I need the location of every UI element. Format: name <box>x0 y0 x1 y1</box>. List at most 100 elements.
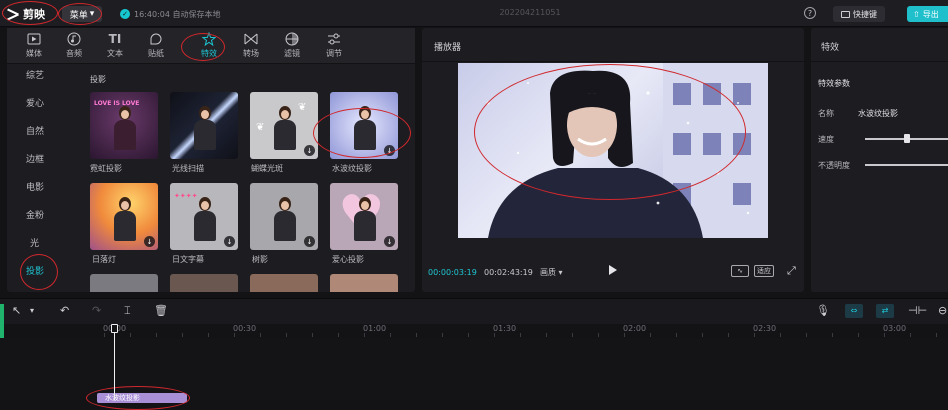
effect-label: 光线扫描 <box>172 164 204 173</box>
split-icon[interactable]: ⌶ <box>124 304 131 318</box>
thumb-person <box>112 197 138 241</box>
category-variety[interactable]: 综艺 <box>26 68 44 81</box>
effect-clip[interactable]: 水波纹投影 <box>97 393 187 403</box>
category-heart[interactable]: 爱心 <box>26 96 44 109</box>
timeline-toolbar <box>0 298 948 324</box>
tab-label: 媒体 <box>26 49 42 58</box>
tab-audio[interactable]: 音频 <box>57 30 91 62</box>
export-button[interactable]: ⇧ 导出 <box>907 6 948 22</box>
menu-label: 菜单 <box>69 10 88 21</box>
shortcut-button[interactable]: 快捷键 <box>833 6 885 22</box>
thumb-person <box>192 106 218 150</box>
ruler-label: 02:30 <box>753 324 777 333</box>
effect-thumb-partial[interactable] <box>250 274 318 292</box>
player-title: 播放器 <box>434 43 462 53</box>
download-icon[interactable]: ↓ <box>144 236 155 247</box>
current-time: 00:00:03:19 <box>428 268 477 277</box>
effect-thumb-sunset-lamp[interactable]: ↓ <box>90 183 158 250</box>
tab-label: 转场 <box>243 49 259 58</box>
butterfly-icon: ❦ <box>256 122 265 133</box>
download-icon[interactable]: ↓ <box>304 236 315 247</box>
category-projection[interactable]: 投影 <box>26 264 44 277</box>
sticker-icon <box>149 32 163 46</box>
ruler-label: 00:30 <box>233 324 257 333</box>
preview-axis-icon[interactable]: ⊖ <box>938 304 947 318</box>
category-light[interactable]: 光 <box>30 236 39 249</box>
effect-thumb-butterfly[interactable]: ❦ ❦ ↓ <box>250 92 318 159</box>
play-icon[interactable] <box>609 265 617 275</box>
tab-filter[interactable]: 滤镜 <box>275 30 309 62</box>
auto-snap-icon[interactable]: ⇄ <box>876 304 894 318</box>
fullscreen-icon[interactable]: ⤢ <box>787 265 796 277</box>
tab-sticker[interactable]: 贴纸 <box>139 30 173 62</box>
effect-label: 爱心投影 <box>332 255 364 264</box>
quality-select[interactable]: 画质 ▾ <box>540 267 563 278</box>
ruler-ticks <box>104 333 948 337</box>
tab-transition[interactable]: 转场 <box>234 30 268 62</box>
materials-panel <box>7 28 415 292</box>
chevron-down-icon[interactable]: ▾ <box>30 304 34 318</box>
linkage-icon[interactable]: ⊣⊢ <box>908 304 927 318</box>
effect-thumb-japanese-subtitles[interactable]: ✦✦✦✦ ↓ <box>170 183 238 250</box>
download-icon[interactable]: ↓ <box>304 145 315 156</box>
tab-media[interactable]: 媒体 <box>17 30 51 62</box>
effect-thumb-partial[interactable] <box>170 274 238 292</box>
fit-button[interactable]: 适应 <box>754 265 774 277</box>
delete-icon[interactable]: 🗑 <box>154 304 168 318</box>
category-frame[interactable]: 边框 <box>26 152 44 165</box>
speed-slider-handle[interactable] <box>903 134 910 143</box>
undo-icon[interactable]: ↶ <box>60 304 69 318</box>
effect-thumb-partial[interactable] <box>330 274 398 292</box>
playhead[interactable] <box>114 327 115 400</box>
project-title: 202204211051 <box>499 8 561 17</box>
category-movie[interactable]: 电影 <box>26 180 44 193</box>
tab-adjust[interactable]: 调节 <box>317 30 351 62</box>
fx-title: 特效 <box>821 43 840 53</box>
thumb-person <box>352 106 378 150</box>
playhead-handle[interactable] <box>111 324 118 333</box>
category-nature[interactable]: 自然 <box>26 124 44 137</box>
effect-thumb-heart-projection[interactable]: ♥ ↓ <box>330 183 398 250</box>
help-icon[interactable]: ? <box>804 7 816 19</box>
redo-icon[interactable]: ↷ <box>92 304 101 318</box>
download-icon[interactable]: ↓ <box>384 145 395 156</box>
materials-tabs: 媒体 音频 TI 文本 贴纸 特效 转场 滤镜 调节 <box>7 28 415 64</box>
chevron-down-icon: ▾ <box>89 9 95 19</box>
player-header <box>422 28 804 62</box>
effect-thumb-neon[interactable]: LOVE IS LOVE <box>90 92 158 159</box>
effect-thumb-light-scan[interactable] <box>170 92 238 159</box>
total-time: 00:02:43:19 <box>484 268 533 277</box>
category-glitter[interactable]: 金粉 <box>26 208 44 221</box>
tab-effects[interactable]: 特效 <box>192 30 226 62</box>
effect-clip-label: 水波纹投影 <box>105 394 140 402</box>
transition-icon <box>244 32 258 46</box>
export-label: 导出 <box>922 9 939 19</box>
video-preview[interactable] <box>458 63 768 238</box>
microphone-icon[interactable]: 🎙 <box>816 304 830 318</box>
waveform-icon[interactable]: ∿ <box>731 265 749 277</box>
quality-label: 画质 <box>540 268 556 277</box>
ruler-label: 02:00 <box>623 324 647 333</box>
download-icon[interactable]: ↓ <box>224 236 235 247</box>
download-icon[interactable]: ↓ <box>384 236 395 247</box>
adjust-icon <box>327 32 341 46</box>
effect-label: 蝴蝶光斑 <box>251 164 283 173</box>
fx-name-value: 水波纹投影 <box>858 109 898 118</box>
menu-button[interactable]: 菜单 ▾ <box>62 6 102 22</box>
thumb-person <box>272 197 298 241</box>
capcut-logo-icon <box>6 8 20 20</box>
effect-thumb-partial[interactable] <box>90 274 158 292</box>
main-track-magnet-icon[interactable]: ⇔ <box>845 304 863 318</box>
effect-thumb-tree-shadow[interactable]: ↓ <box>250 183 318 250</box>
ruler-label: 03:00 <box>883 324 907 333</box>
video-frame <box>486 63 768 238</box>
opacity-slider[interactable] <box>865 164 948 166</box>
effect-thumb-water-ripple[interactable]: ↓ <box>330 92 398 159</box>
tab-text[interactable]: TI 文本 <box>98 30 132 62</box>
fx-speed-label: 速度 <box>818 135 834 144</box>
tab-label: 音频 <box>66 49 82 58</box>
ruler-label: 01:00 <box>363 324 387 333</box>
keyboard-icon <box>841 10 850 18</box>
select-cursor-icon[interactable]: ↖ <box>12 304 21 318</box>
timeline-tracks <box>0 338 948 400</box>
